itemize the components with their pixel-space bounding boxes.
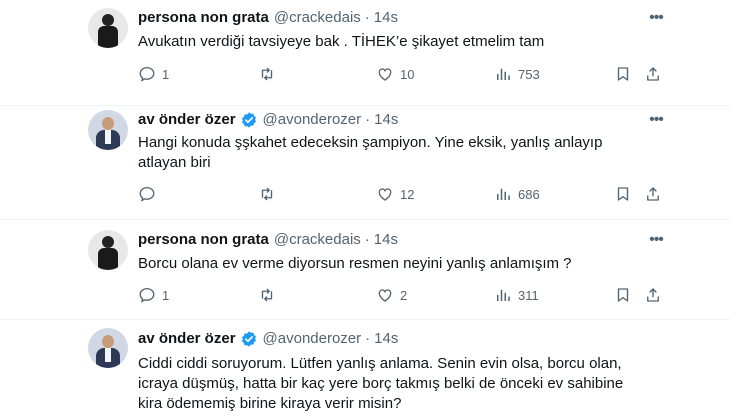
author-handle[interactable]: @crackedais bbox=[274, 8, 361, 28]
tweet-text: Borcu olana ev verme diyorsun resmen ney… bbox=[138, 255, 572, 272]
like-count: 2 bbox=[400, 287, 408, 303]
like-count: 12 bbox=[400, 186, 415, 202]
tweet-header: av önder özer @avonderozer · 14s bbox=[138, 329, 398, 349]
separator-dot: · bbox=[365, 111, 371, 128]
share-icon bbox=[647, 67, 659, 81]
share-button[interactable] bbox=[644, 185, 662, 203]
author-name[interactable]: av önder özer bbox=[138, 110, 236, 130]
tweet-text-line: Ciddi ciddi soruyorum. Lütfen yanlış anl… bbox=[138, 355, 622, 372]
bookmark-button[interactable] bbox=[614, 185, 632, 203]
tweet-text: Ciddi ciddi soruyorum. Lütfen yanlış anl… bbox=[138, 354, 678, 414]
reply-icon bbox=[139, 66, 155, 82]
tweet-text: Hangi konuda şşkahet edeceksin şampiyon.… bbox=[138, 133, 678, 173]
reply-button[interactable]: 1 bbox=[138, 286, 169, 304]
author-handle[interactable]: @avonderozer bbox=[263, 329, 362, 349]
separator-dot: · bbox=[364, 231, 370, 248]
reply-count: 1 bbox=[162, 66, 170, 82]
views-button[interactable]: 311 bbox=[494, 286, 539, 304]
heart-icon bbox=[378, 188, 392, 201]
analytics-icon bbox=[497, 289, 510, 301]
reply-count: 1 bbox=[162, 287, 170, 303]
tweet-4[interactable]: av önder özer @avonderozer · 14s Ciddi c… bbox=[0, 320, 730, 420]
view-count: 753 bbox=[518, 66, 540, 82]
retweet-button[interactable] bbox=[258, 185, 282, 203]
retweet-button[interactable] bbox=[258, 65, 282, 83]
more-options-icon[interactable]: ••• bbox=[646, 230, 666, 250]
avatar[interactable] bbox=[88, 110, 128, 150]
reply-icon bbox=[139, 287, 155, 303]
tweet-3[interactable]: persona non grata @crackedais · 14s ••• … bbox=[0, 220, 730, 320]
heart-icon bbox=[378, 289, 392, 302]
bookmark-icon bbox=[617, 187, 629, 201]
action-bar: 1 2 311 bbox=[138, 286, 678, 306]
tweet-text-line: Hangi konuda şşkahet edeceksin şampiyon.… bbox=[138, 134, 603, 151]
bookmark-icon bbox=[617, 288, 629, 302]
author-name[interactable]: persona non grata bbox=[138, 230, 269, 250]
author-handle[interactable]: @avonderozer bbox=[263, 110, 362, 130]
like-button[interactable]: 2 bbox=[376, 286, 407, 304]
verified-badge-icon bbox=[241, 331, 256, 347]
reply-button[interactable]: 1 bbox=[138, 65, 169, 83]
timestamp[interactable]: 14s bbox=[374, 8, 398, 28]
view-count: 686 bbox=[518, 186, 540, 202]
tweet-1[interactable]: persona non grata @crackedais · 14s ••• … bbox=[0, 0, 730, 106]
tweet-header: persona non grata @crackedais · 14s bbox=[138, 8, 398, 28]
views-button[interactable]: 686 bbox=[494, 185, 540, 203]
bookmark-button[interactable] bbox=[614, 286, 632, 304]
author-name[interactable]: persona non grata bbox=[138, 8, 269, 28]
more-options-icon[interactable]: ••• bbox=[646, 8, 666, 28]
tweet-text-line: kira ödememiş birine kiraya verir misin? bbox=[138, 395, 402, 412]
bookmark-icon bbox=[617, 67, 629, 81]
avatar[interactable] bbox=[88, 230, 128, 270]
bookmark-button[interactable] bbox=[614, 65, 632, 83]
tweet-text: Avukatın verdiği tavsiyeye bak . TİHEK’e… bbox=[138, 33, 545, 50]
avatar[interactable] bbox=[88, 8, 128, 48]
share-button[interactable] bbox=[644, 286, 662, 304]
avatar[interactable] bbox=[88, 328, 128, 368]
separator-dot: · bbox=[364, 9, 370, 26]
timestamp[interactable]: 14s bbox=[374, 110, 398, 130]
action-bar: 1 10 753 bbox=[138, 65, 678, 85]
analytics-icon bbox=[497, 188, 510, 200]
like-count: 10 bbox=[400, 66, 415, 82]
tweet-2[interactable]: av önder özer @avonderozer · 14s ••• Han… bbox=[0, 106, 730, 220]
more-options-icon[interactable]: ••• bbox=[646, 110, 666, 130]
timestamp[interactable]: 14s bbox=[374, 329, 398, 349]
like-button[interactable]: 10 bbox=[376, 65, 414, 83]
retweet-icon bbox=[261, 288, 273, 302]
tweet-text-line: atlayan biri bbox=[138, 154, 211, 171]
action-bar: 12 686 bbox=[138, 185, 678, 205]
verified-badge-icon bbox=[241, 112, 256, 128]
share-button[interactable] bbox=[644, 65, 662, 83]
analytics-icon bbox=[497, 68, 510, 80]
tweet-header: av önder özer @avonderozer · 14s bbox=[138, 110, 398, 130]
share-icon bbox=[647, 288, 659, 302]
retweet-icon bbox=[261, 187, 273, 201]
heart-icon bbox=[378, 68, 392, 81]
separator-dot: · bbox=[365, 330, 371, 347]
view-count: 311 bbox=[518, 287, 539, 303]
tweet-header: persona non grata @crackedais · 14s bbox=[138, 230, 398, 250]
retweet-icon bbox=[261, 67, 273, 81]
retweet-button[interactable] bbox=[258, 286, 282, 304]
share-icon bbox=[647, 187, 659, 201]
author-handle[interactable]: @crackedais bbox=[274, 230, 361, 250]
reply-button[interactable] bbox=[138, 185, 162, 203]
views-button[interactable]: 753 bbox=[494, 65, 540, 83]
tweet-text-line: icraya düşmüş, hatta bir kaç yere borç t… bbox=[138, 375, 624, 392]
reply-icon bbox=[139, 186, 155, 202]
timestamp[interactable]: 14s bbox=[374, 230, 398, 250]
like-button[interactable]: 12 bbox=[376, 185, 414, 203]
author-name[interactable]: av önder özer bbox=[138, 329, 236, 349]
